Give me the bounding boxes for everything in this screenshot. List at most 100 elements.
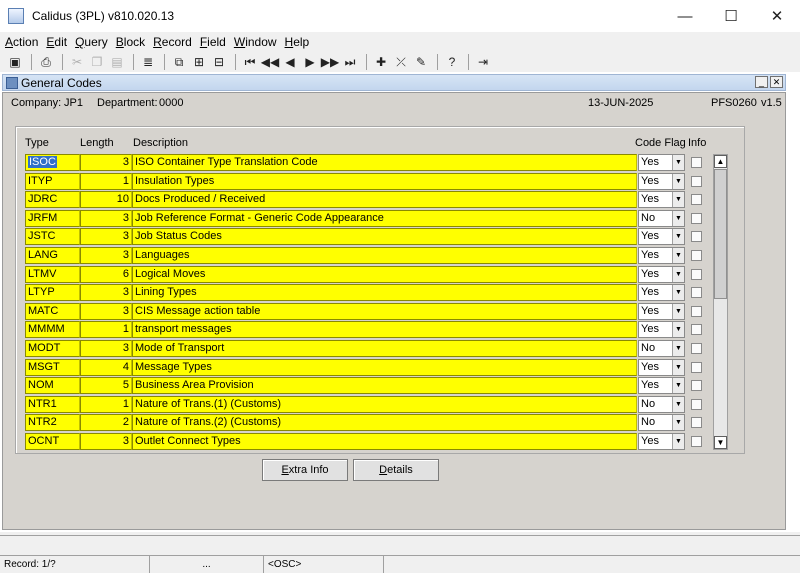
details-button[interactable]: Details: [353, 459, 439, 481]
info-checkbox[interactable]: [691, 324, 702, 336]
chevron-down-icon[interactable]: ▼: [672, 192, 684, 208]
description-cell[interactable]: Logical Moves: [132, 265, 637, 283]
type-cell[interactable]: MMMM: [25, 321, 80, 339]
previous-block-icon[interactable]: ◀◀: [261, 53, 279, 71]
length-cell[interactable]: 4: [80, 358, 132, 376]
enter-query-icon[interactable]: ⊞: [190, 53, 208, 71]
chevron-down-icon[interactable]: ▼: [672, 322, 684, 338]
info-checkbox[interactable]: [691, 305, 702, 317]
description-cell[interactable]: Job Reference Format - Generic Code Appe…: [132, 209, 637, 227]
length-cell[interactable]: 3: [80, 209, 132, 227]
form-minimize-button[interactable]: _: [755, 76, 768, 88]
type-cell[interactable]: MSGT: [25, 358, 80, 376]
type-cell[interactable]: NTR2: [25, 414, 80, 432]
description-cell[interactable]: Languages: [132, 247, 637, 264]
chevron-down-icon[interactable]: ▼: [672, 396, 684, 412]
help-icon[interactable]: ?: [443, 53, 461, 71]
code-flag-select[interactable]: No ▼: [638, 414, 685, 432]
last-record-icon[interactable]: ⏭: [341, 53, 359, 71]
length-cell[interactable]: 1: [80, 321, 132, 339]
info-checkbox[interactable]: [691, 268, 702, 280]
code-flag-select[interactable]: Yes ▼: [638, 433, 685, 450]
type-cell[interactable]: LTYP: [25, 284, 80, 302]
length-cell[interactable]: 1: [80, 395, 132, 413]
type-cell[interactable]: JRFM: [25, 209, 80, 227]
chevron-down-icon[interactable]: ▼: [672, 285, 684, 301]
length-cell[interactable]: 3: [80, 247, 132, 264]
chevron-down-icon[interactable]: ▼: [672, 248, 684, 263]
description-cell[interactable]: Lining Types: [132, 284, 637, 302]
info-checkbox[interactable]: [691, 398, 702, 410]
info-checkbox[interactable]: [691, 157, 702, 168]
length-cell[interactable]: 3: [80, 228, 132, 246]
length-cell[interactable]: 5: [80, 377, 132, 395]
remove-record-icon[interactable]: ⤫: [392, 53, 410, 71]
chevron-down-icon[interactable]: ▼: [672, 359, 684, 375]
description-cell[interactable]: transport messages: [132, 321, 637, 339]
cut-icon[interactable]: ✂: [68, 53, 86, 71]
clear-record-icon[interactable]: ✎: [412, 53, 430, 71]
chevron-down-icon[interactable]: ▼: [672, 155, 684, 170]
length-cell[interactable]: 10: [80, 191, 132, 209]
duplicate-icon[interactable]: ⧉: [170, 53, 188, 71]
menu-item[interactable]: Record: [152, 35, 193, 49]
chevron-down-icon[interactable]: ▼: [672, 415, 684, 431]
description-cell[interactable]: Job Status Codes: [132, 228, 637, 246]
description-cell[interactable]: Outlet Connect Types: [132, 433, 637, 450]
type-cell[interactable]: MATC: [25, 302, 80, 320]
execute-query-icon[interactable]: ⊟: [210, 53, 228, 71]
insert-record-icon[interactable]: ✚: [372, 53, 390, 71]
type-cell[interactable]: NOM: [25, 377, 80, 395]
description-cell[interactable]: Insulation Types: [132, 172, 637, 190]
code-flag-select[interactable]: Yes ▼: [638, 321, 685, 339]
next-record-icon[interactable]: ▶: [301, 53, 319, 71]
length-cell[interactable]: 3: [80, 302, 132, 320]
chevron-down-icon[interactable]: ▼: [672, 341, 684, 356]
code-flag-select[interactable]: Yes ▼: [638, 191, 685, 209]
type-cell[interactable]: JSTC: [25, 228, 80, 246]
menu-item[interactable]: Query: [74, 35, 109, 49]
info-checkbox[interactable]: [691, 231, 702, 243]
save-icon[interactable]: ▣: [6, 53, 24, 71]
info-checkbox[interactable]: [691, 194, 702, 206]
info-checkbox[interactable]: [691, 436, 702, 447]
info-checkbox[interactable]: [691, 175, 702, 187]
first-record-icon[interactable]: ⏮: [241, 53, 259, 71]
description-cell[interactable]: Message Types: [132, 358, 637, 376]
type-cell[interactable]: LTMV: [25, 265, 80, 283]
length-cell[interactable]: 3: [80, 433, 132, 450]
chevron-down-icon[interactable]: ▼: [672, 210, 684, 226]
description-cell[interactable]: CIS Message action table: [132, 302, 637, 320]
code-flag-select[interactable]: Yes ▼: [638, 265, 685, 283]
table-scrollbar[interactable]: ▲ ▼: [713, 154, 728, 450]
type-cell[interactable]: ISOC: [25, 154, 80, 171]
menu-item[interactable]: Block: [115, 35, 146, 49]
scroll-thumb[interactable]: [714, 169, 727, 299]
maximize-button[interactable]: ☐: [708, 0, 754, 32]
type-cell[interactable]: OCNT: [25, 433, 80, 450]
code-flag-select[interactable]: Yes ▼: [638, 302, 685, 320]
description-cell[interactable]: Nature of Trans.(1) (Customs): [132, 395, 637, 413]
type-cell[interactable]: ITYP: [25, 172, 80, 190]
menu-item[interactable]: Edit: [45, 35, 68, 49]
type-cell[interactable]: JDRC: [25, 191, 80, 209]
type-cell[interactable]: LANG: [25, 247, 80, 264]
length-cell[interactable]: 3: [80, 284, 132, 302]
code-flag-select[interactable]: Yes ▼: [638, 247, 685, 264]
extra-info-button[interactable]: Extra Info: [262, 459, 348, 481]
paste-icon[interactable]: ▤: [108, 53, 126, 71]
code-flag-select[interactable]: Yes ▼: [638, 154, 685, 171]
length-cell[interactable]: 3: [80, 154, 132, 171]
code-flag-select[interactable]: Yes ▼: [638, 377, 685, 395]
code-flag-select[interactable]: No ▼: [638, 395, 685, 413]
info-checkbox[interactable]: [691, 417, 702, 429]
length-cell[interactable]: 6: [80, 265, 132, 283]
description-cell[interactable]: ISO Container Type Translation Code: [132, 154, 637, 171]
menu-item[interactable]: Help: [284, 35, 311, 49]
length-cell[interactable]: 2: [80, 414, 132, 432]
code-flag-select[interactable]: No ▼: [638, 209, 685, 227]
description-cell[interactable]: Business Area Provision: [132, 377, 637, 395]
code-flag-select[interactable]: Yes ▼: [638, 172, 685, 190]
info-checkbox[interactable]: [691, 361, 702, 373]
description-cell[interactable]: Nature of Trans.(2) (Customs): [132, 414, 637, 432]
